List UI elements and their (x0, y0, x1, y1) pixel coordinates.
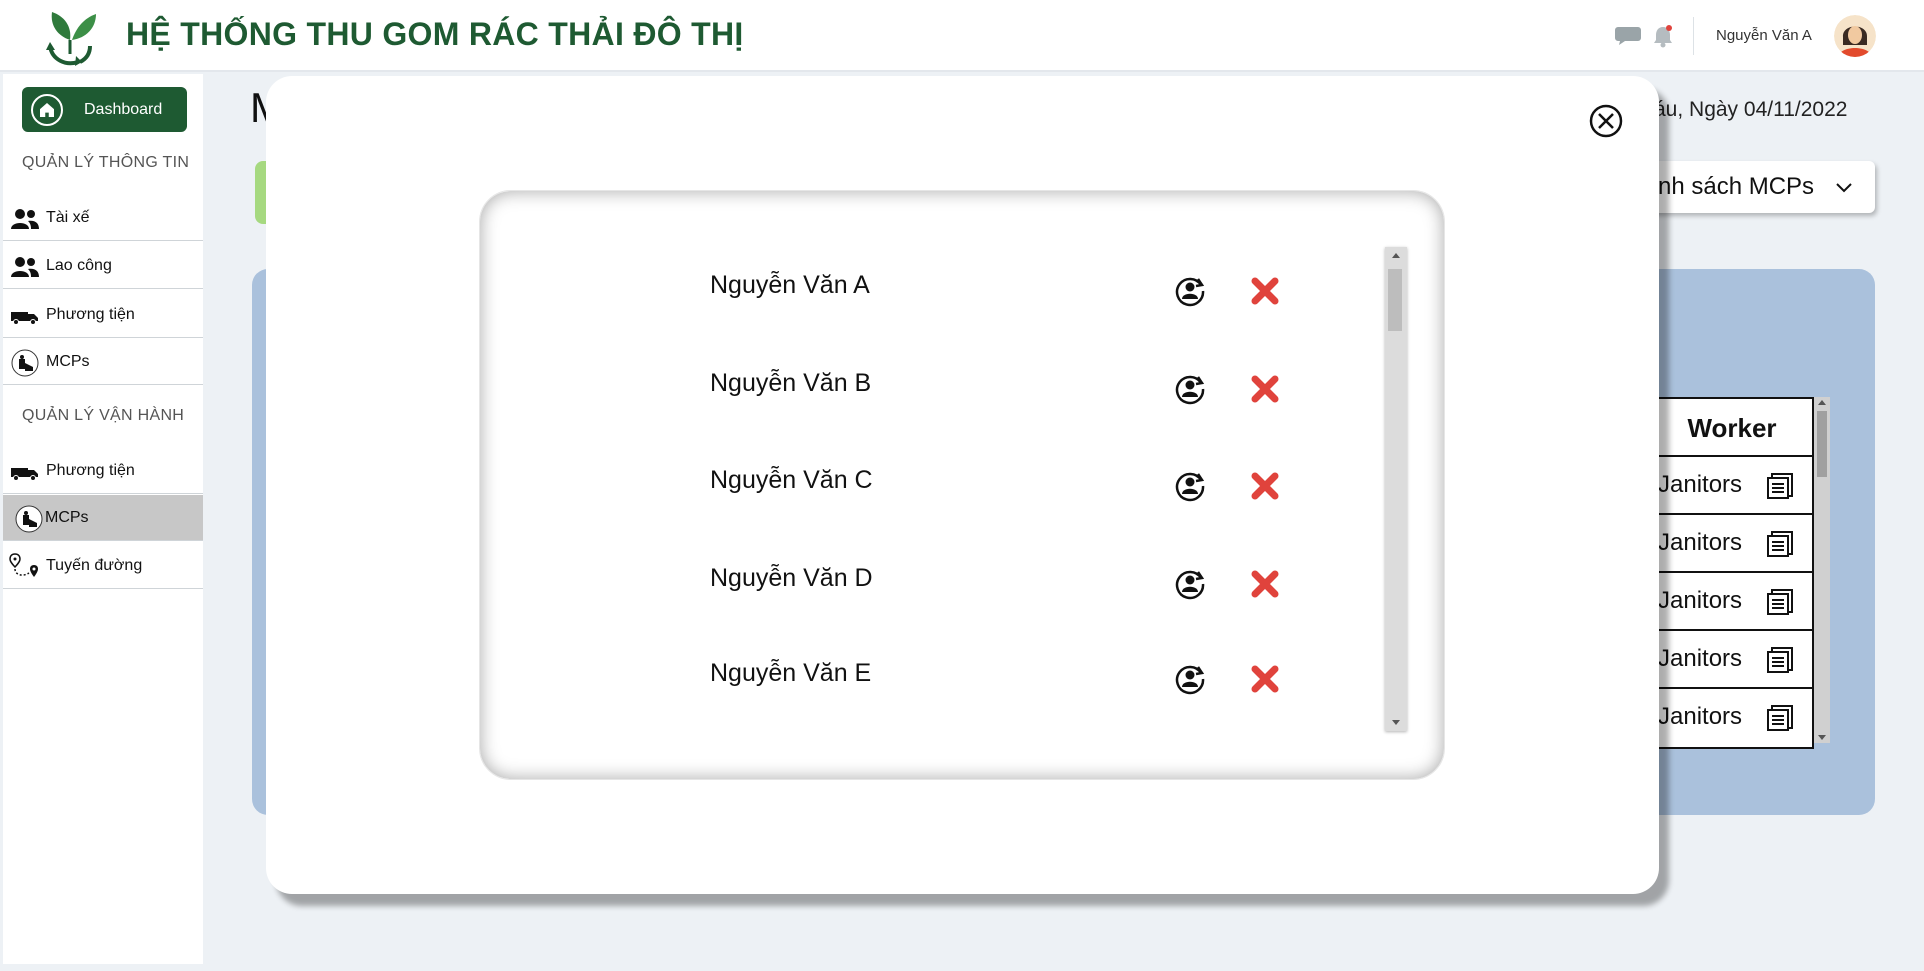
worker-type: Janitors (1658, 529, 1743, 556)
sidebar-item-drivers[interactable]: Tài xế (3, 195, 203, 241)
worker-list-panel: Nguyễn Văn A Nguyễn Văn B Nguyễn Văn C N… (479, 190, 1445, 780)
sidebar-item-label: Phương tiện (46, 306, 135, 323)
worker-type: Janitors (1658, 471, 1743, 498)
list-item: Nguyễn Văn D (480, 564, 1380, 624)
section-label-ops: QUẢN LÝ VẬN HÀNH (22, 407, 185, 424)
close-icon[interactable] (1588, 103, 1624, 139)
list-scrollbar[interactable] (1385, 247, 1407, 731)
worker-name: Nguyễn Văn B (710, 369, 872, 397)
sidebar-item-label: Tuyến đường (46, 557, 143, 574)
list-item: Nguyễn Văn A (480, 271, 1380, 331)
scroll-down-icon[interactable] (1392, 720, 1400, 725)
home-icon (31, 94, 63, 126)
sidebar-item-label: Tài xế (46, 209, 90, 226)
dashboard-label: Dashboard (84, 101, 163, 118)
users-icon (11, 209, 39, 229)
bell-icon[interactable] (1652, 24, 1674, 48)
truck-icon (11, 468, 38, 481)
list-item: Nguyễn Văn E (480, 659, 1380, 719)
sidebar-item-label: Phương tiện (46, 462, 135, 479)
reassign-user-icon[interactable] (1174, 663, 1206, 695)
mcp-icon (15, 505, 43, 533)
app-header: HỆ THỐNG THU GOM RÁC THẢI ĐÔ THỊ Nguyễn … (0, 0, 1924, 72)
reassign-user-icon[interactable] (1174, 470, 1206, 502)
remove-icon[interactable] (1250, 569, 1280, 599)
user-name[interactable]: Nguyễn Văn A (1716, 27, 1812, 44)
sidebar-item-label: MCPs (45, 509, 89, 526)
sidebar-item-label: Lao công (46, 257, 112, 274)
list-item: Nguyễn Văn C (480, 466, 1380, 526)
scroll-up-icon[interactable] (1818, 400, 1826, 405)
list-item: Nguyễn Văn B (480, 369, 1380, 429)
section-label-info: QUẢN LÝ THÔNG TIN (22, 154, 190, 171)
scroll-up-icon[interactable] (1392, 253, 1400, 258)
recycle-leaf-logo-icon (46, 12, 96, 66)
document-icon[interactable] (1766, 646, 1794, 674)
worker-type: Janitors (1658, 587, 1743, 614)
worker-name: Nguyễn Văn A (710, 271, 870, 299)
remove-icon[interactable] (1250, 374, 1280, 404)
truck-icon (11, 312, 38, 325)
users-icon (11, 257, 39, 277)
sidebar-item-vehicles-ops[interactable]: Phương tiện (3, 448, 203, 494)
reassign-user-icon[interactable] (1174, 568, 1206, 600)
document-icon[interactable] (1766, 530, 1794, 558)
remove-icon[interactable] (1250, 664, 1280, 694)
worker-name: Nguyễn Văn C (710, 466, 873, 494)
chevron-down-icon (1836, 183, 1852, 193)
document-icon[interactable] (1766, 704, 1794, 732)
worker-type: Janitors (1658, 645, 1743, 672)
table-scrollbar[interactable] (1814, 397, 1830, 743)
sidebar-item-janitors[interactable]: Lao công (3, 243, 203, 289)
route-icon (9, 553, 38, 577)
app-title: HỆ THỐNG THU GOM RÁC THẢI ĐÔ THỊ (126, 16, 744, 52)
reassign-user-icon[interactable] (1174, 275, 1206, 307)
scrollbar-thumb[interactable] (1388, 269, 1402, 331)
mcp-icon (11, 349, 39, 377)
sidebar-item-mcps-ops[interactable]: MCPs (3, 495, 203, 541)
reassign-user-icon[interactable] (1174, 373, 1206, 405)
document-icon[interactable] (1766, 588, 1794, 616)
worker-name: Nguyễn Văn D (710, 564, 873, 592)
avatar[interactable] (1834, 15, 1876, 57)
sidebar-item-mcps-info[interactable]: MCPs (3, 339, 203, 385)
worker-name: Nguyễn Văn E (710, 659, 872, 687)
sidebar-item-label: MCPs (46, 353, 90, 370)
sidebar: Dashboard QUẢN LÝ THÔNG TIN Tài xế Lao c… (3, 74, 203, 964)
sidebar-item-vehicles-info[interactable]: Phương tiện (3, 292, 203, 338)
scrollbar-thumb[interactable] (1817, 411, 1827, 477)
remove-icon[interactable] (1250, 471, 1280, 501)
sidebar-item-routes[interactable]: Tuyến đường (3, 543, 203, 589)
dropdown-label: nh sách MCPs (1658, 173, 1815, 200)
remove-icon[interactable] (1250, 276, 1280, 306)
dashboard-button[interactable]: Dashboard (22, 87, 187, 132)
header-divider (1693, 17, 1694, 55)
worker-type: Janitors (1658, 703, 1743, 730)
worker-list-modal: Nguyễn Văn A Nguyễn Văn B Nguyễn Văn C N… (266, 76, 1659, 894)
date-display: Sáu, Ngày 04/11/2022 (1640, 98, 1848, 121)
chat-icon[interactable] (1615, 26, 1641, 46)
scroll-down-icon[interactable] (1818, 735, 1826, 740)
document-icon[interactable] (1766, 472, 1794, 500)
